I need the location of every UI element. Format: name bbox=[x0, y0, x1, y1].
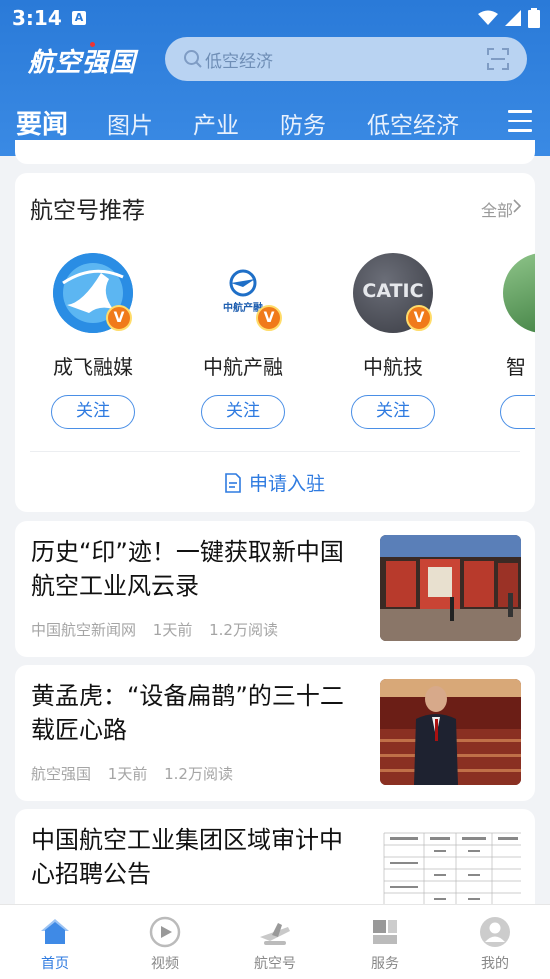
previous-card-edge bbox=[15, 140, 535, 164]
partial-logo bbox=[503, 253, 535, 333]
news-item[interactable]: 黄孟虎：“设备扁鹊”的三十二载匠心路 航空强国 1天前 1.2万阅读 bbox=[15, 665, 535, 801]
account-card-partial[interactable]: 智 bbox=[488, 253, 535, 433]
follow-button[interactable] bbox=[500, 395, 535, 429]
search-icon bbox=[184, 50, 202, 68]
follow-button[interactable]: 关注 bbox=[51, 395, 135, 429]
search-bar[interactable]: 低空经济 bbox=[165, 37, 527, 81]
news-item[interactable]: 中国航空工业集团区域审计中心招聘公告 bbox=[15, 809, 535, 919]
news-reads: 1.2万阅读 bbox=[209, 621, 278, 639]
tab-headlines[interactable]: 要闻 bbox=[16, 104, 68, 141]
menu-icon[interactable] bbox=[508, 110, 532, 134]
nav-label: 首页 bbox=[41, 956, 69, 972]
nav-service[interactable]: 服务 bbox=[330, 905, 440, 979]
news-thumbnail bbox=[380, 823, 521, 913]
scan-icon[interactable] bbox=[487, 48, 509, 70]
follow-button[interactable]: 关注 bbox=[201, 395, 285, 429]
news-meta: 航空强国 1天前 1.2万阅读 bbox=[31, 763, 245, 784]
account-name: 中航产融 bbox=[203, 355, 283, 379]
account-name: 智 bbox=[506, 355, 526, 379]
tab-defense[interactable]: 防务 bbox=[280, 106, 326, 140]
plane-icon bbox=[260, 923, 290, 945]
status-icons bbox=[478, 8, 540, 28]
verified-badge: V bbox=[256, 305, 282, 331]
tab-low-altitude[interactable]: 低空经济 bbox=[367, 106, 459, 140]
news-item[interactable]: 历史“印”迹！一键获取新中国航空工业风云录 中国航空新闻网 1天前 1.2万阅读 bbox=[15, 521, 535, 657]
home-icon bbox=[41, 919, 69, 944]
app-header: 3:14 A 航空强国 低空经济 要闻 图片 产业 防务 低空经济 bbox=[0, 0, 550, 156]
nav-label: 服务 bbox=[371, 956, 399, 972]
account-name: 成飞融媒 bbox=[53, 355, 133, 379]
news-title: 历史“印”迹！一键获取新中国航空工业风云录 bbox=[31, 538, 344, 600]
nav-profile[interactable]: 我的 bbox=[440, 905, 550, 979]
follow-button[interactable]: 关注 bbox=[351, 395, 435, 429]
bottom-navigation: 首页 视频 航空号 服务 我的 bbox=[0, 904, 550, 979]
tab-pictures[interactable]: 图片 bbox=[107, 106, 153, 140]
account-card[interactable]: V 成飞融媒 关注 bbox=[38, 253, 148, 433]
battery-icon bbox=[528, 8, 540, 28]
recommend-title: 航空号推荐 bbox=[30, 198, 145, 224]
signal-icon bbox=[505, 10, 521, 26]
account-card[interactable]: CATIC V 中航技 关注 bbox=[338, 253, 448, 433]
divider bbox=[30, 451, 520, 452]
news-source: 航空强国 bbox=[31, 765, 92, 783]
verified-badge: V bbox=[106, 305, 132, 331]
service-icon bbox=[373, 920, 397, 944]
status-bar: 3:14 A bbox=[0, 0, 550, 36]
video-icon bbox=[149, 916, 181, 948]
search-placeholder: 低空经济 bbox=[205, 52, 273, 72]
nav-label: 航空号 bbox=[254, 956, 296, 972]
news-time: 1天前 bbox=[152, 621, 193, 639]
news-reads: 1.2万阅读 bbox=[164, 765, 233, 783]
news-title: 中国航空工业集团区域审计中心招聘公告 bbox=[31, 826, 343, 888]
see-all-link[interactable]: 全部 bbox=[481, 197, 513, 221]
logo-dot bbox=[90, 42, 95, 47]
account-card[interactable]: 中航产融 V 中航产融 关注 bbox=[188, 253, 298, 433]
apply-label: 申请入驻 bbox=[248, 473, 325, 495]
nav-label: 我的 bbox=[481, 956, 509, 972]
account-recommend-card: 航空号推荐 全部 V 成飞融媒 关注 中航产融 V 中航产融 关注 CATIC … bbox=[15, 173, 535, 512]
nav-video[interactable]: 视频 bbox=[110, 905, 220, 979]
app-logo: 航空强国 bbox=[28, 48, 137, 78]
document-icon bbox=[225, 473, 241, 493]
news-meta: 中国航空新闻网 1天前 1.2万阅读 bbox=[31, 619, 290, 640]
news-source: 中国航空新闻网 bbox=[31, 621, 137, 639]
wifi-icon bbox=[478, 10, 498, 25]
nav-label: 视频 bbox=[151, 956, 179, 972]
tab-industry[interactable]: 产业 bbox=[193, 106, 239, 140]
account-name: 中航技 bbox=[363, 355, 423, 379]
profile-icon bbox=[480, 917, 510, 947]
status-time: 3:14 bbox=[12, 6, 62, 30]
chevron-right-icon bbox=[513, 199, 521, 213]
news-thumbnail bbox=[380, 679, 521, 785]
news-time: 1天前 bbox=[107, 765, 148, 783]
catic-logo-text: CATIC bbox=[362, 280, 424, 302]
notification-icon: A bbox=[72, 11, 86, 25]
nav-aviation-account[interactable]: 航空号 bbox=[220, 905, 330, 979]
verified-badge: V bbox=[406, 305, 432, 331]
news-thumbnail bbox=[380, 535, 521, 641]
nav-home[interactable]: 首页 bbox=[0, 905, 110, 979]
apply-join-button[interactable]: 申请入驻 bbox=[15, 469, 535, 496]
news-title: 黄孟虎：“设备扁鹊”的三十二载匠心路 bbox=[31, 682, 344, 744]
